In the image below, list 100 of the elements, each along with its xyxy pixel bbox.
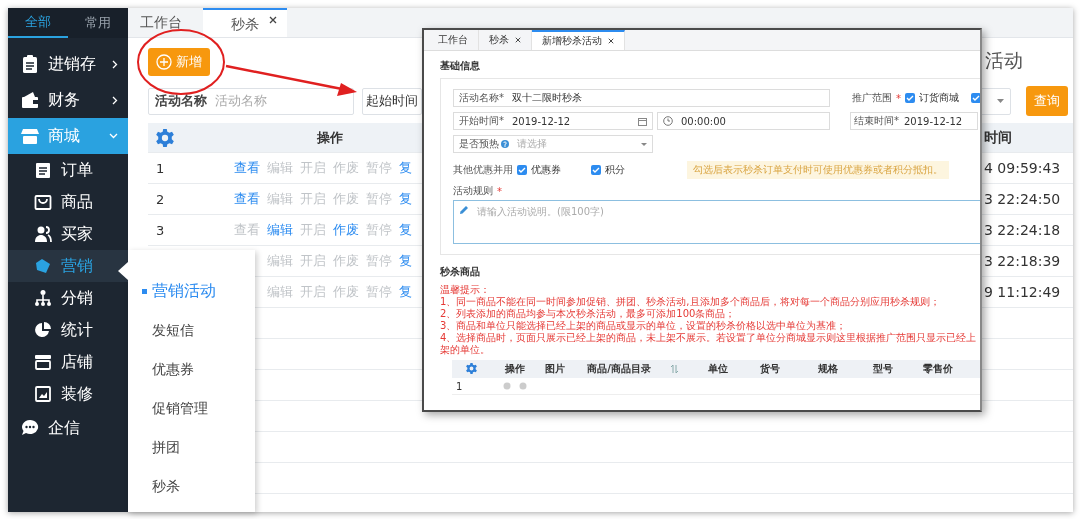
time-field[interactable]: 00:00:00 (657, 112, 830, 130)
settings-icon[interactable] (156, 128, 174, 147)
sidebar-subitem[interactable]: 商品 (8, 186, 128, 218)
table-cell: 2 (156, 191, 165, 207)
column-header: 商品/商品目录 (587, 362, 651, 376)
checkbox[interactable] (591, 165, 601, 175)
action-link[interactable]: 查看 (234, 190, 260, 208)
name-filter-field[interactable]: 活动名称 活动名称 (148, 87, 354, 115)
caret-down-icon (997, 99, 1004, 103)
column-header: 操作 (316, 128, 344, 147)
column-header: 规格 (816, 362, 839, 376)
required-mark: * (896, 92, 901, 104)
sort-icon[interactable] (670, 365, 678, 373)
column-header: 货号 (759, 362, 781, 376)
sidebar-subitem[interactable]: 店铺 (8, 346, 128, 378)
rules-textarea[interactable]: 请输入活动说明。(限100字) (453, 200, 980, 244)
chat-bubble-icon (20, 418, 40, 438)
sidebar-item[interactable]: 进销存 (8, 46, 128, 82)
action-link[interactable]: 复 (399, 190, 412, 208)
note-line: 3、商品和单位只能选择已经上架的商品或显示的单位，设置的秒杀价格以选中单位为基准； (440, 320, 848, 332)
sidebar-item[interactable]: 财务 (8, 82, 128, 118)
add-button[interactable]: 新增 (148, 48, 210, 76)
table-cell: 3 (156, 222, 165, 238)
table-cell: 9 11:12:49 (984, 284, 1061, 300)
field-label: 活动规则 (453, 184, 493, 198)
date-field[interactable]: 结束时间* 2019-12-12 (850, 112, 978, 130)
table-cell: 1 (456, 380, 463, 392)
section-title: 基础信息 (440, 59, 481, 73)
column-header: 型号 (871, 362, 894, 376)
query-button[interactable]: 查询 (1026, 86, 1068, 116)
pie-chart-icon (34, 321, 52, 339)
tab[interactable]: 秒杀 (203, 8, 287, 37)
caret-down-icon (641, 142, 647, 146)
sidebar-subitem[interactable]: 订单 (8, 154, 128, 186)
note-line: 2、列表添加的商品均参与本次秒杀活动，最多可添加100条商品； (440, 308, 737, 320)
sidebar-subitem[interactable]: 装修 (8, 378, 128, 410)
help-icon (501, 140, 509, 148)
table-cell: 3 22:18:39 (984, 253, 1061, 269)
bag-icon (34, 193, 52, 211)
page-title: 活动 (985, 48, 1023, 73)
select-field[interactable]: 是否预热 请选择 (453, 135, 653, 153)
section-title: 秒杀商品 (440, 265, 481, 279)
menu-item[interactable]: 营销活动 (128, 272, 255, 311)
tab[interactable]: 工作台 (132, 8, 197, 37)
shop-icon (34, 353, 52, 371)
action-link[interactable]: 查看 (234, 159, 260, 177)
tab[interactable]: 工作台 (428, 30, 479, 50)
menu-item[interactable]: 促销管理 (128, 389, 255, 428)
column-header: 操作 (504, 362, 526, 376)
table-cell: 3 22:24:18 (984, 222, 1061, 238)
column-header: 单位 (706, 362, 729, 376)
tag-icon (34, 257, 52, 275)
sidebar-subitem[interactable]: 统计 (8, 314, 128, 346)
sidebar-item[interactable]: 商城 (8, 118, 128, 154)
checkbox[interactable] (971, 93, 980, 103)
close-icon[interactable] (515, 37, 521, 43)
close-icon[interactable] (608, 38, 614, 44)
users-icon (34, 225, 52, 243)
clipboard-icon (20, 54, 40, 74)
option-label: 积分 (605, 163, 625, 177)
sidebar-item[interactable]: 企信 (8, 410, 128, 446)
date-field[interactable]: 开始时间* 2019-12-12 (453, 112, 653, 130)
action-link[interactable]: 作废 (333, 221, 359, 239)
settings-icon[interactable] (465, 362, 477, 374)
menu-item[interactable]: 拼团 (128, 428, 255, 467)
column-header: 零售价 (921, 362, 954, 376)
sidebar-subitem[interactable]: 分销 (8, 282, 128, 314)
action-link[interactable]: 复 (399, 252, 412, 270)
column-header: 时间 (983, 128, 1013, 147)
menu-item[interactable]: 发短信 (128, 311, 255, 350)
sidebar-tab[interactable]: 全部 (8, 8, 68, 38)
field-label: 其他优惠并用 (453, 163, 513, 177)
required-mark: * (497, 185, 502, 197)
store-icon (20, 126, 40, 146)
sidebar-subitem[interactable]: 营销 (8, 250, 128, 282)
action-link[interactable]: 复 (399, 283, 412, 301)
table-cell: 1 (156, 160, 165, 176)
close-icon[interactable] (269, 16, 277, 24)
clock-icon (663, 116, 673, 126)
menu-item[interactable]: 优惠券 (128, 350, 255, 389)
calendar-icon (638, 116, 647, 126)
checkbox[interactable] (905, 93, 915, 103)
hint-text: 勾选后表示秒杀订单支付时可使用优惠券或者积分抵扣。 (687, 161, 949, 179)
sidebar-subitem[interactable]: 买家 (8, 218, 128, 250)
tab[interactable]: 新增秒杀活动 (532, 30, 625, 50)
name-field[interactable]: 活动名称* 双十二限时秒杀 (453, 89, 830, 107)
wallet-icon (20, 90, 40, 110)
date-filter-field[interactable]: 起始时间 (362, 87, 422, 115)
document-icon (34, 161, 52, 179)
checkbox[interactable] (517, 165, 527, 175)
action-link[interactable]: 复 (399, 159, 412, 177)
table-cell: 3 22:24:50 (984, 191, 1061, 207)
option-label: 订货商城 (919, 91, 959, 105)
action-link[interactable]: 复 (399, 221, 412, 239)
table-cell: 4 09:59:43 (984, 160, 1061, 176)
sidebar-tab[interactable]: 常用 (68, 8, 128, 38)
menu-item[interactable]: 秒杀 (128, 467, 255, 506)
option-label: 优惠券 (531, 163, 561, 177)
action-link[interactable]: 编辑 (267, 221, 293, 239)
picture-frame-icon (34, 385, 52, 403)
